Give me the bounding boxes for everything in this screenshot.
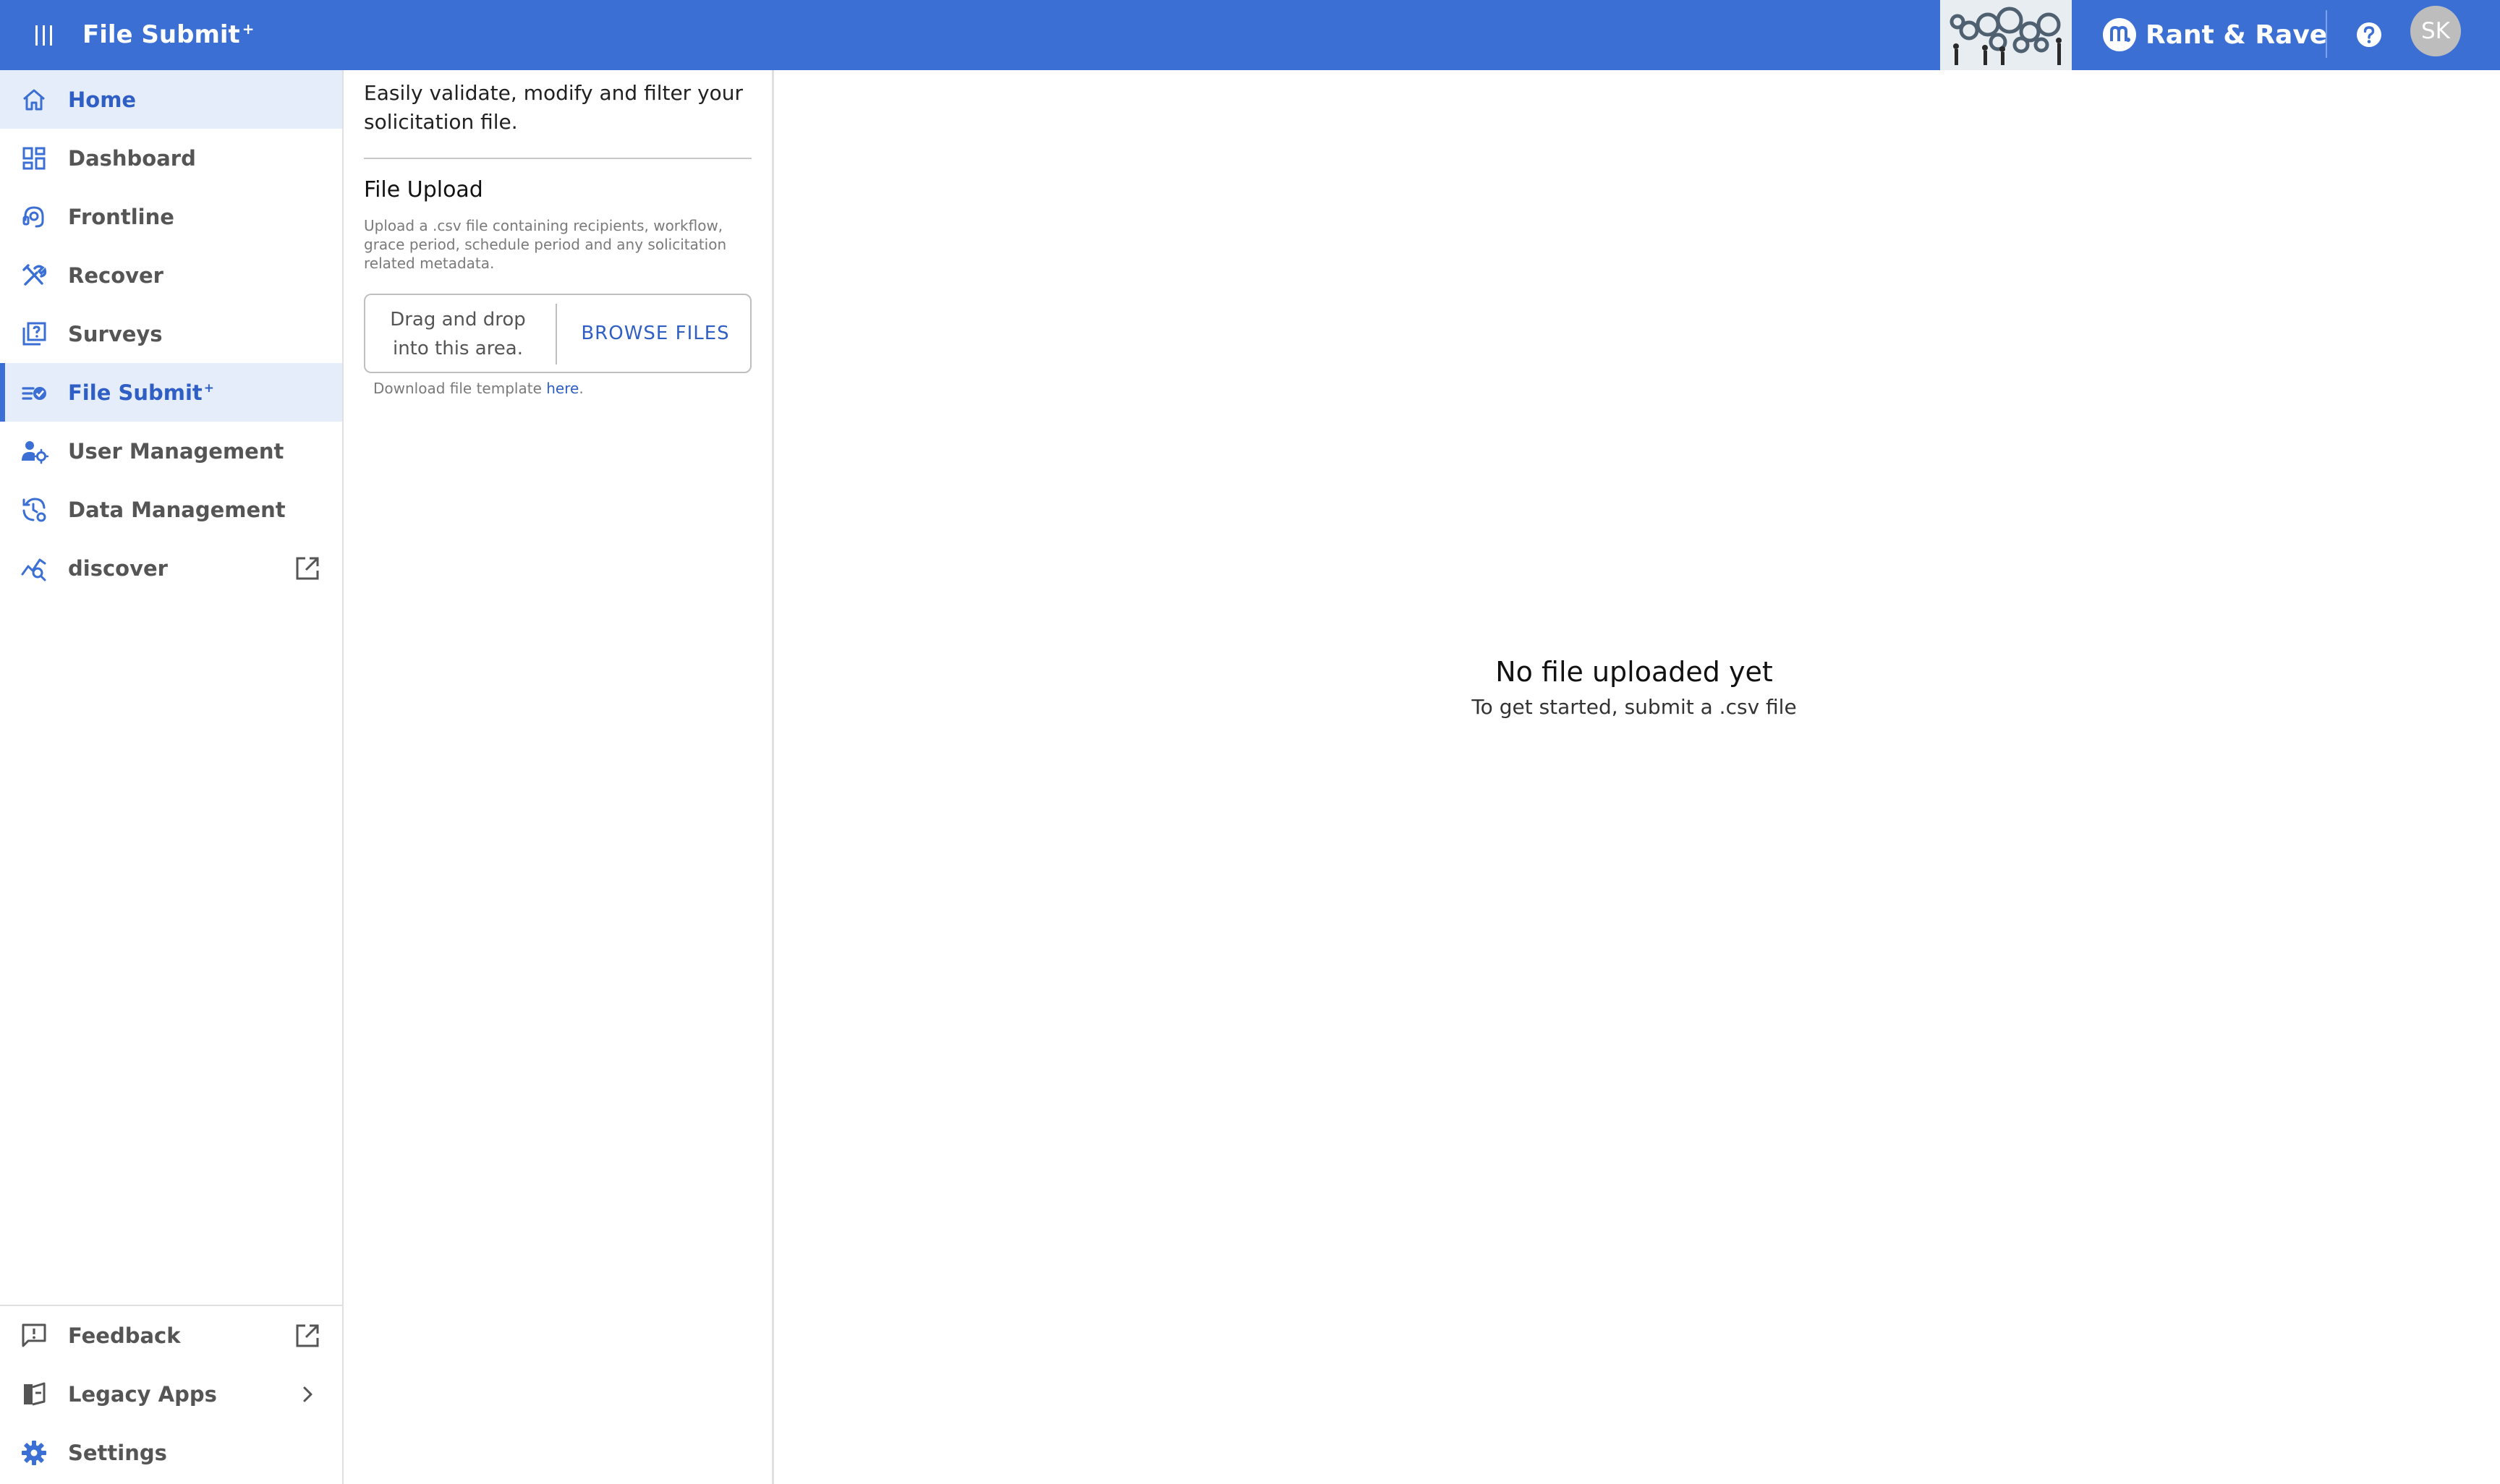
panel-intro-text: Easily validate, modify and filter your … — [364, 81, 744, 134]
user-avatar[interactable]: SK — [2410, 6, 2461, 56]
sidebar-item-label: Home — [68, 87, 137, 112]
empty-state-title: No file uploaded yet — [1495, 656, 1773, 688]
sidebar-item-sup: + — [203, 380, 215, 396]
app-title-sup: + — [242, 20, 255, 38]
topbar-divider — [2326, 10, 2327, 58]
sidebar-item-surveys[interactable]: Surveys — [0, 304, 342, 363]
file-upload-panel: Easily validate, modify and filter your … — [344, 70, 774, 1484]
dashboard-icon — [22, 147, 46, 170]
sidebar-item-label: Dashboard — [68, 145, 196, 171]
sidebar-item-settings[interactable]: Settings — [0, 1423, 342, 1482]
sidebar-item-label: Settings — [68, 1440, 167, 1465]
template-download-link[interactable]: here — [546, 380, 579, 397]
sidebar-item-label: Feedback — [68, 1323, 181, 1348]
gears-banner-image — [1940, 0, 2072, 70]
external-link-icon[interactable] — [294, 1322, 321, 1349]
sidebar-item-label: Surveys — [68, 321, 163, 346]
sidebar-item-label: Legacy Apps — [68, 1381, 217, 1407]
sidebar-item-label: Data Management — [68, 497, 286, 522]
file-submit-icon — [22, 387, 46, 400]
browse-files-button[interactable]: BROWSE FILES — [561, 295, 750, 372]
brand-name: Rant & Rave — [2146, 20, 2328, 50]
vertical-bars-icon — [35, 25, 52, 46]
main-content: No file uploaded yet To get started, sub… — [774, 70, 2500, 1484]
headset-icon — [22, 206, 44, 228]
sidebar-item-label: User Management — [68, 438, 284, 464]
legacy-apps-icon — [24, 1382, 46, 1406]
external-link-icon[interactable] — [294, 555, 321, 582]
file-upload-heading: File Upload — [364, 177, 483, 202]
sidebar-item-label: Recover — [68, 263, 163, 288]
help-icon — [2357, 22, 2381, 47]
survey-icon — [22, 322, 46, 346]
template-download-line: Download file template here. — [373, 380, 584, 397]
sidebar-item-data-management[interactable]: Data Management — [0, 480, 342, 539]
sidebar-item-recover[interactable]: Recover — [0, 246, 342, 304]
sidebar-item-file-submit[interactable]: File Submit + — [0, 363, 342, 422]
file-upload-description: Upload a .csv file containing recipients… — [364, 217, 727, 272]
sidebar-item-label: Frontline — [68, 204, 174, 229]
feedback-icon — [22, 1323, 46, 1347]
drop-zone-text: Drag and drop into this area. — [390, 309, 526, 359]
gears-illustration — [1940, 0, 2072, 70]
sidebar-item-feedback[interactable]: Feedback — [0, 1306, 342, 1365]
sidebar-item-frontline[interactable]: Frontline — [0, 187, 342, 246]
brand-logo-link[interactable]: Rant & Rave — [2102, 12, 2327, 58]
file-drop-zone[interactable]: Drag and drop into this area. BROWSE FIL… — [364, 294, 752, 373]
empty-state-subtitle: To get started, submit a .csv file — [1471, 695, 1797, 719]
user-settings-icon — [22, 441, 48, 464]
sidebar-item-discover[interactable]: discover — [0, 539, 342, 597]
tools-icon — [22, 264, 47, 286]
home-icon — [23, 89, 45, 111]
side-navigation: Home Dashboard Frontline Recover Surveys… — [0, 70, 344, 1484]
data-history-icon — [22, 498, 46, 522]
analytics-icon — [21, 558, 46, 581]
template-prefix: Download file template — [373, 380, 547, 397]
template-suffix: . — [579, 380, 584, 397]
drop-zone-separator — [556, 304, 557, 364]
gear-icon — [22, 1441, 46, 1465]
menu-toggle-button[interactable] — [26, 17, 62, 54]
sidebar-item-home[interactable]: Home — [0, 70, 342, 129]
panel-divider — [364, 158, 752, 159]
sidebar-item-label: discover — [68, 555, 168, 581]
top-app-bar: File Submit + Rant & Rave SK — [0, 0, 2500, 70]
app-title: File Submit + — [82, 14, 255, 55]
app-title-text: File Submit — [82, 20, 240, 49]
sidebar-item-label-text: File Submit — [68, 380, 203, 405]
sidebar-item-user-management[interactable]: User Management — [0, 422, 342, 480]
medallia-logo-icon — [2103, 18, 2136, 51]
sidebar-item-label: File Submit + — [68, 380, 214, 405]
sidebar-item-legacy-apps[interactable]: Legacy Apps — [0, 1365, 342, 1423]
chevron-right-icon[interactable] — [294, 1381, 321, 1408]
help-button[interactable] — [2351, 17, 2387, 53]
sidebar-footer: Feedback Legacy Apps Settings — [0, 1305, 342, 1484]
sidebar-item-dashboard[interactable]: Dashboard — [0, 129, 342, 187]
